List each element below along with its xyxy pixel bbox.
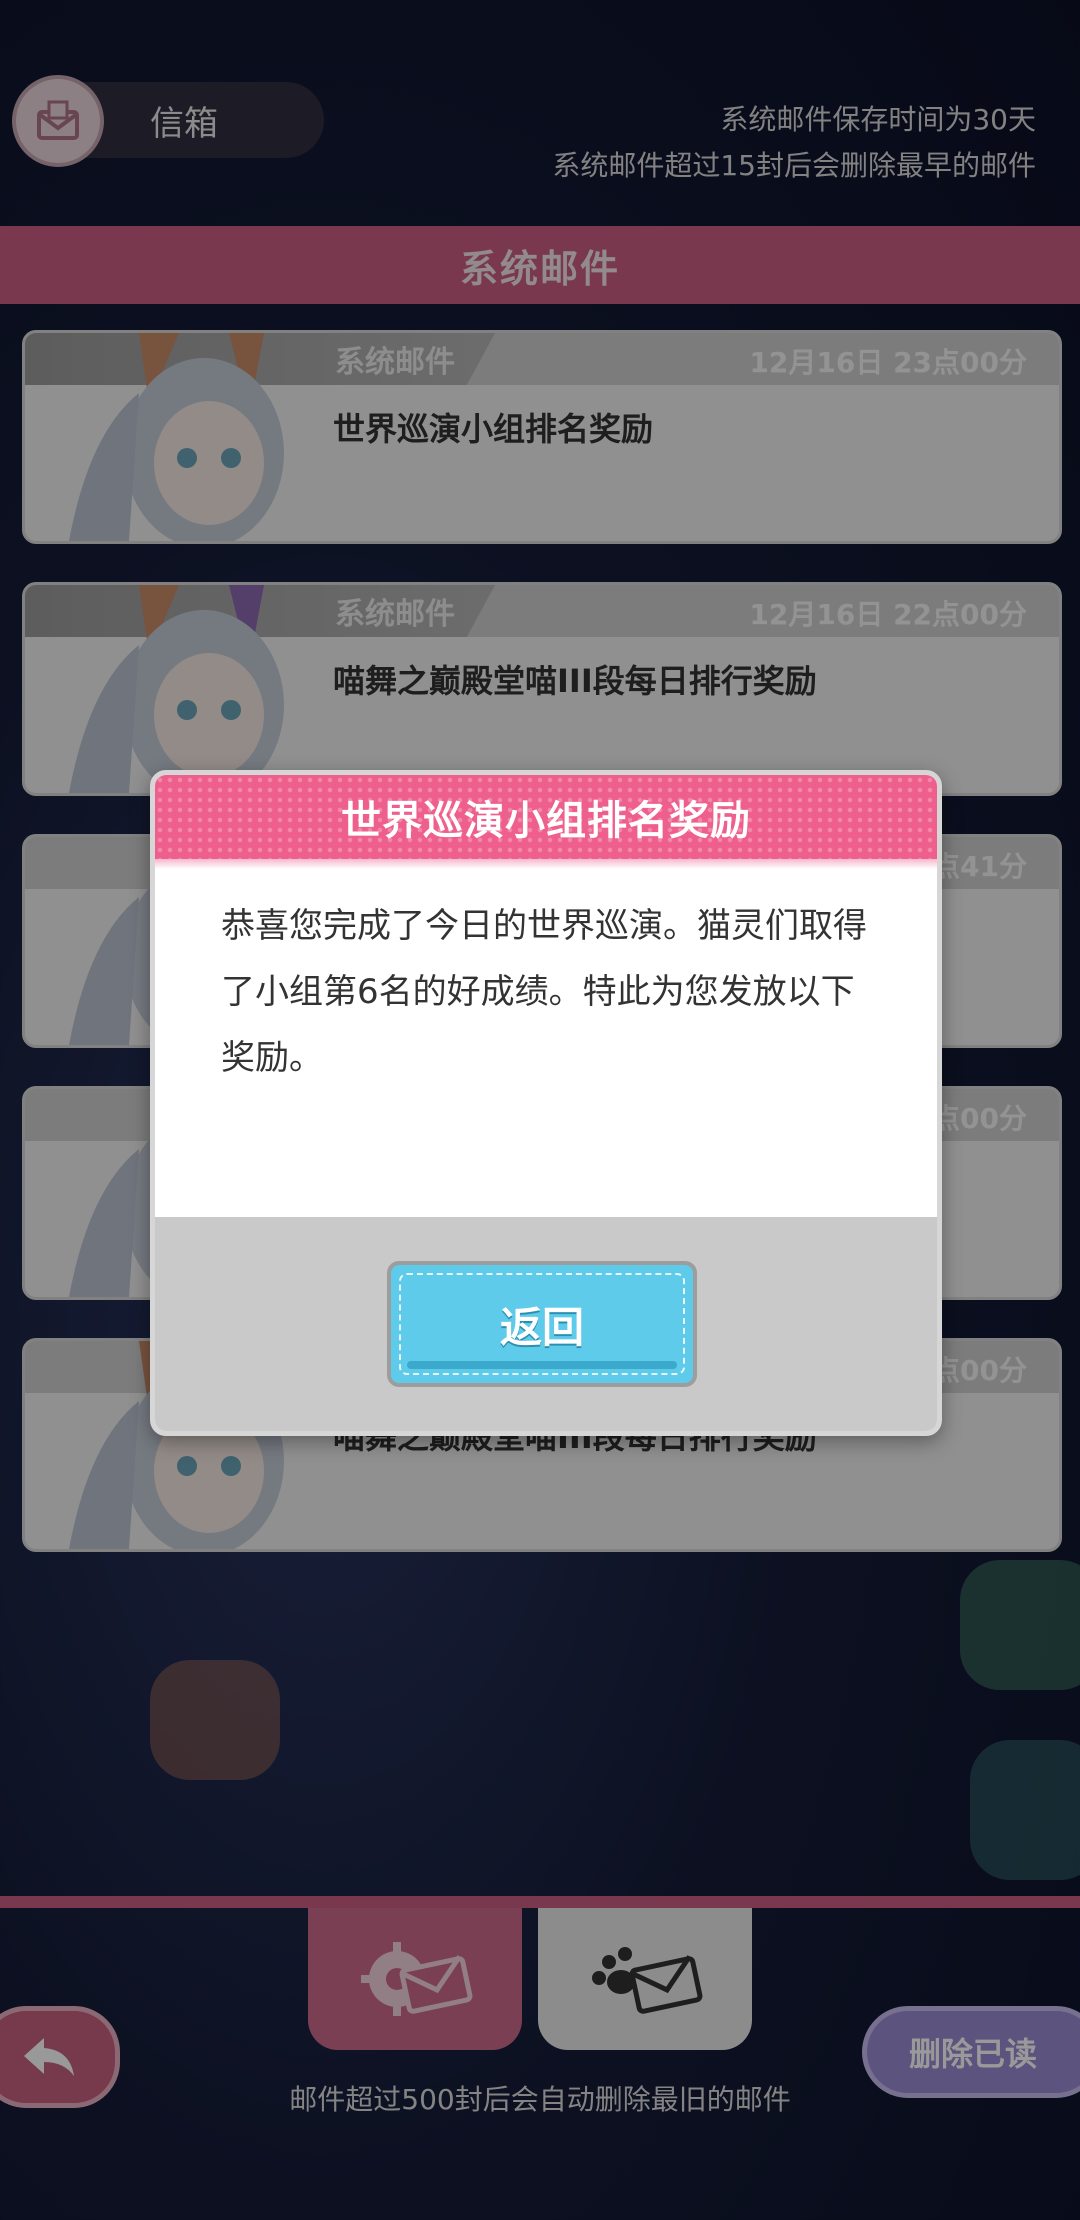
dialog-message: 恭喜您完成了今日的世界巡演。猫灵们取得了小组第6名的好成绩。特此为您发放以下奖励…: [221, 906, 867, 1078]
dialog-title: 世界巡演小组排名奖励: [341, 798, 751, 844]
return-button-label: 返回: [499, 1302, 584, 1352]
return-button[interactable]: 返回: [387, 1261, 697, 1387]
dialog-header: 世界巡演小组排名奖励: [155, 775, 937, 869]
mail-detail-dialog: 世界巡演小组排名奖励 恭喜您完成了今日的世界巡演。猫灵们取得了小组第6名的好成绩…: [150, 770, 942, 1436]
